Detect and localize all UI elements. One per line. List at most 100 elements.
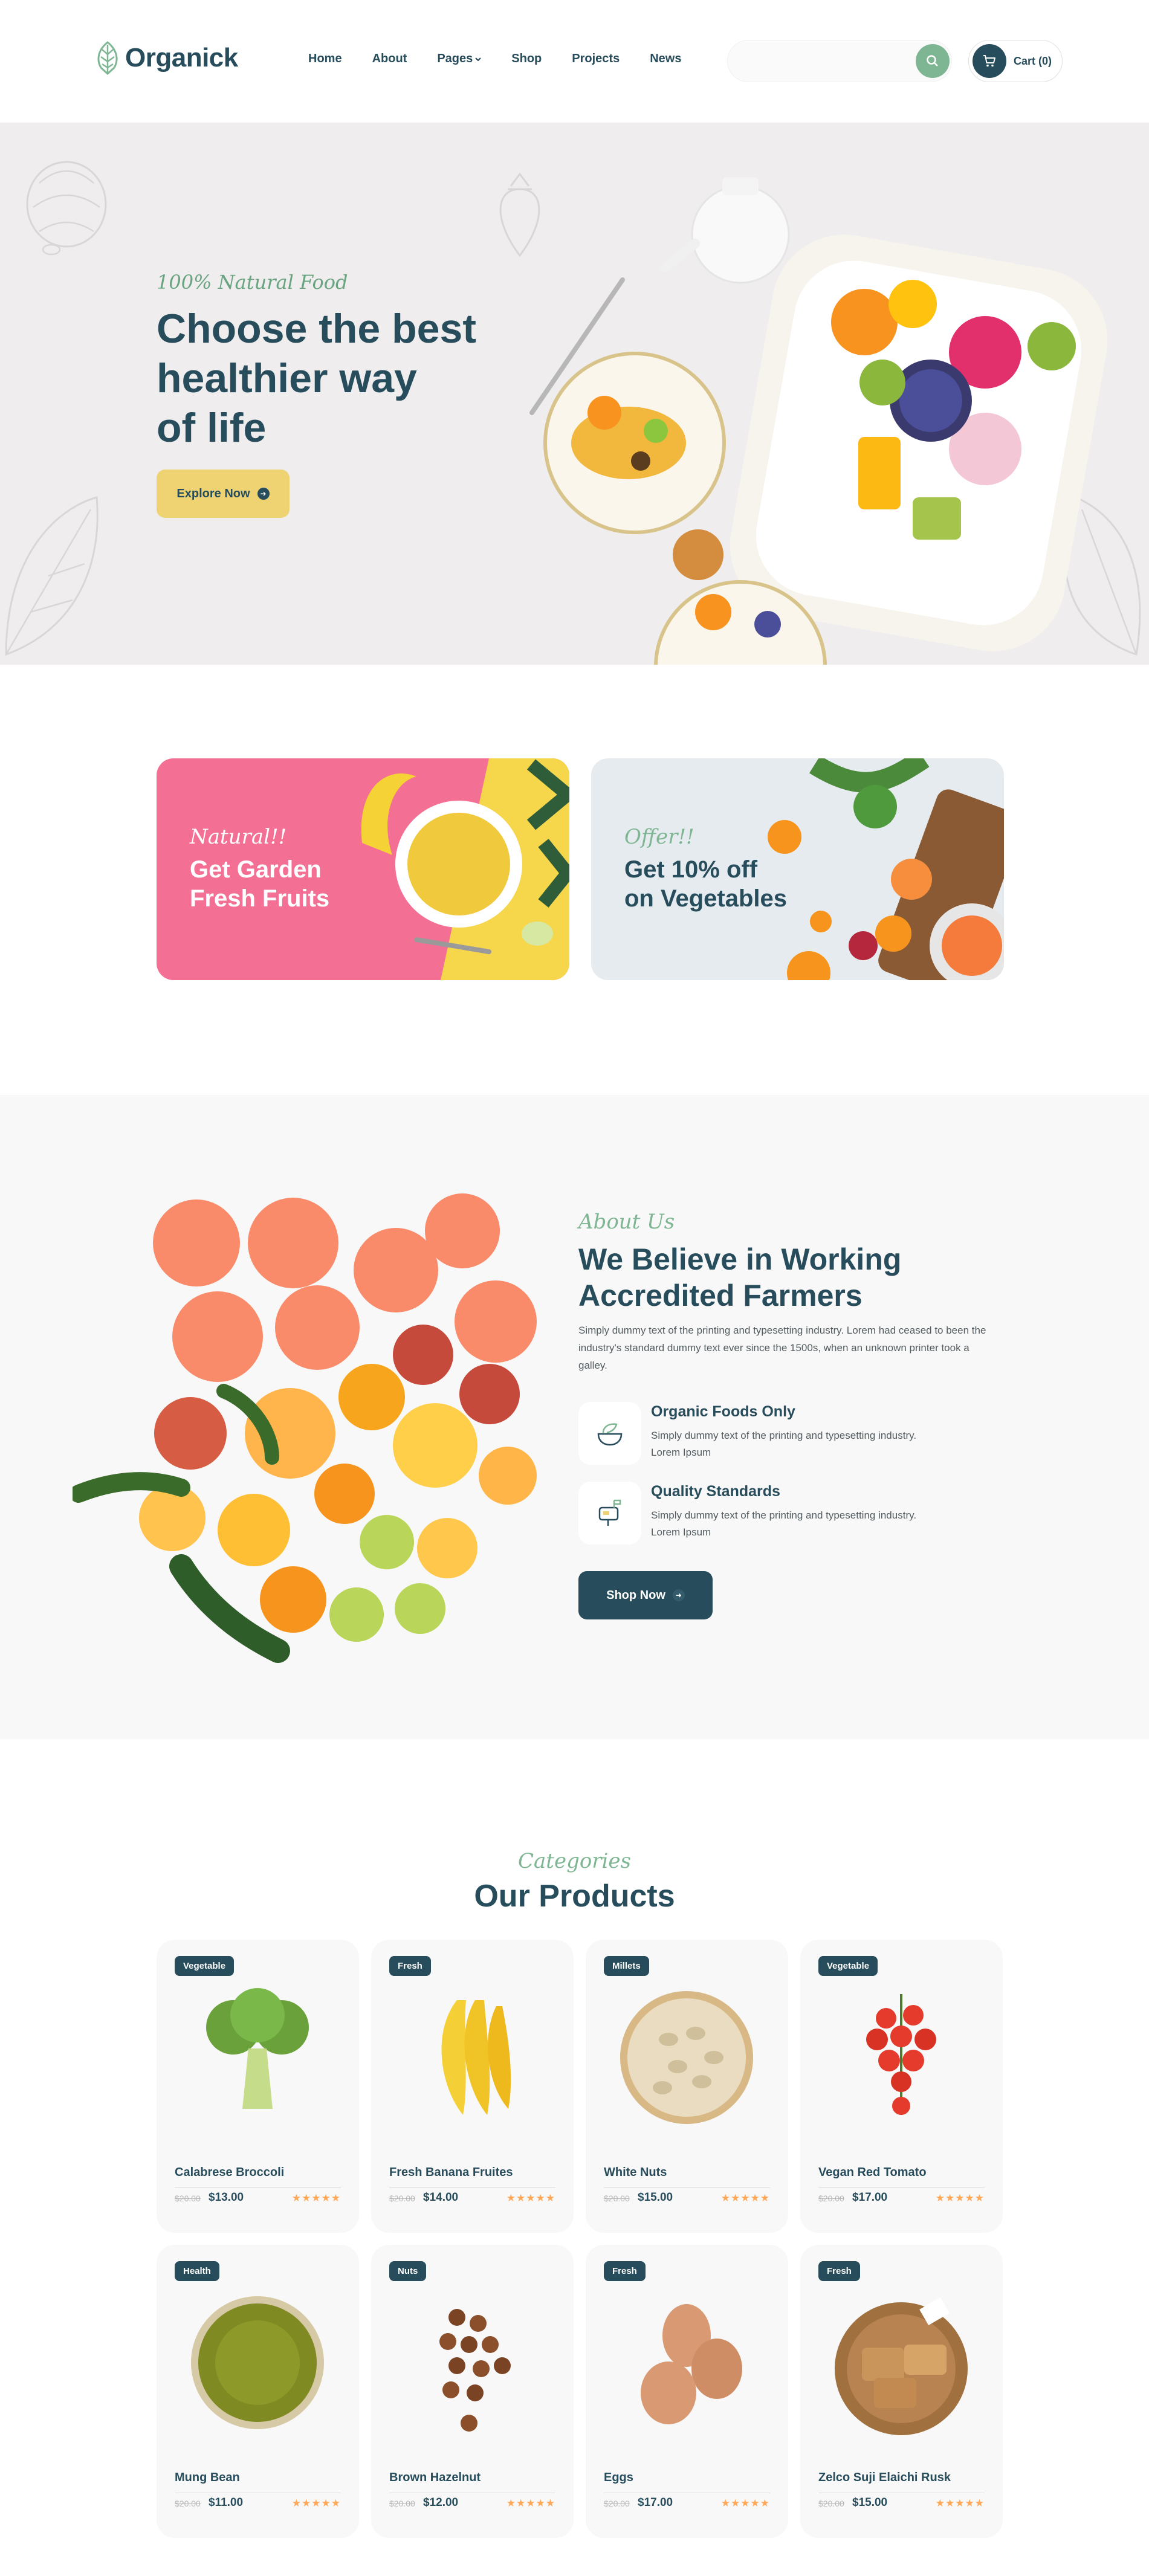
bowl-icon xyxy=(597,1423,623,1446)
products-subtitle: Categories xyxy=(518,1849,631,1873)
product-image-rusk xyxy=(835,2297,968,2435)
about-description: Simply dummy text of the printing and ty… xyxy=(578,1325,986,1371)
product-card[interactable]: Fresh Eggs $20.00 $17.00 ★★★★★ xyxy=(586,2245,788,2538)
card-divider xyxy=(604,2187,770,2188)
shop-now-button[interactable]: Shop Now ➜ xyxy=(578,1571,713,1619)
product-card[interactable]: Nuts Brown Hazelnut $20.00 $12.00 ★★★★★ xyxy=(371,2245,574,2538)
product-card[interactable]: Health Mung Bean $20.00 $11.00 ★★★★★ xyxy=(157,2245,359,2538)
product-price: $14.00 xyxy=(423,2191,459,2204)
arrow-right-icon: ➜ xyxy=(672,1589,685,1601)
offer-banner-fruits[interactable]: Natural!! Get Garden Fresh Fruits xyxy=(157,758,569,980)
offer-subtitle: Offer!! xyxy=(624,825,694,849)
explore-now-button[interactable]: Explore Now ➜ xyxy=(157,470,290,518)
mailbox-icon xyxy=(598,1499,621,1526)
product-name: Fresh Banana Fruites xyxy=(389,2166,513,2179)
product-price: $11.00 xyxy=(209,2496,244,2509)
cart-icon xyxy=(983,55,995,67)
offer-title-line: Get Garden xyxy=(190,856,322,883)
product-price: $17.00 xyxy=(638,2496,673,2509)
hero-title-line: of life xyxy=(157,405,267,451)
feature-icon-box xyxy=(578,1482,641,1545)
product-badge: Nuts xyxy=(389,2261,427,2281)
product-name: Mung Bean xyxy=(175,2471,240,2484)
product-name: Brown Hazelnut xyxy=(389,2471,481,2484)
decor-onion-icon xyxy=(26,161,107,256)
hero-image-food-plates xyxy=(514,123,1149,665)
product-card[interactable]: Vegetable Calabrese Broccoli $20.00 $13.… xyxy=(157,1940,359,2233)
about-subtitle: About Us xyxy=(578,1210,675,1234)
arrow-right-icon: ➜ xyxy=(257,488,270,500)
product-name: Zelco Suji Elaichi Rusk xyxy=(818,2471,951,2484)
search-icon xyxy=(927,55,938,66)
about-title-line: We Believe in Working xyxy=(578,1242,902,1276)
offer-image-fruit-bowl xyxy=(361,758,569,980)
nav-about[interactable]: About xyxy=(372,52,407,66)
nav-projects[interactable]: Projects xyxy=(572,52,620,66)
about-title-line: Accredited Farmers xyxy=(578,1279,863,1312)
product-old-price: $20.00 xyxy=(175,2193,201,2203)
logo-text: Organick xyxy=(125,43,238,73)
feature-title: Organic Foods Only xyxy=(651,1403,795,1420)
product-card[interactable]: Millets White Nuts $20.00 $15.00 ★★★★★ xyxy=(586,1940,788,2233)
product-rating: ★★★★★ xyxy=(935,2192,985,2204)
cart-label: Cart (0) xyxy=(1014,54,1052,67)
product-price: $17.00 xyxy=(852,2191,888,2204)
nav-news[interactable]: News xyxy=(650,52,681,66)
card-divider xyxy=(389,2187,555,2188)
about-image-citrus-fruits xyxy=(73,1193,537,1663)
search-button[interactable] xyxy=(916,44,950,78)
product-old-price: $20.00 xyxy=(818,2193,844,2203)
nav-shop[interactable]: Shop xyxy=(511,52,542,66)
logo[interactable]: Organick xyxy=(95,41,238,75)
product-image-mung-bean xyxy=(191,2296,324,2429)
feature-title: Quality Standards xyxy=(651,1483,780,1500)
card-divider xyxy=(818,2187,985,2188)
hero-title-line: healthier way xyxy=(157,355,417,401)
product-name: White Nuts xyxy=(604,2166,667,2179)
product-image-tomato xyxy=(866,1994,936,2115)
product-badge: Health xyxy=(175,2261,219,2281)
product-price: $12.00 xyxy=(423,2496,459,2509)
search-input[interactable] xyxy=(727,40,952,82)
product-name: Eggs xyxy=(604,2471,633,2484)
feature-description: Simply dummy text of the printing and ty… xyxy=(651,1430,917,1458)
product-card[interactable]: Fresh Fresh Banana Fruites $20.00 $14.00… xyxy=(371,1940,574,2233)
product-old-price: $20.00 xyxy=(604,2193,630,2203)
offer-banner-vegetables[interactable]: Offer!! Get 10% off on Vegetables xyxy=(591,758,1004,980)
product-rating: ★★★★★ xyxy=(506,2497,555,2509)
product-badge: Millets xyxy=(604,1956,649,1976)
product-rating: ★★★★★ xyxy=(720,2497,770,2509)
product-image-hazelnut xyxy=(439,2309,511,2432)
product-badge: Fresh xyxy=(389,1956,431,1976)
nav-pages[interactable]: Pages xyxy=(437,52,481,66)
site-header: Organick Home About Pages Shop Projects … xyxy=(0,0,1149,123)
about-section: About Us We Believe in Working Accredite… xyxy=(0,1095,1149,1739)
product-rating: ★★★★★ xyxy=(935,2497,985,2509)
product-image-eggs xyxy=(641,2304,742,2424)
card-divider xyxy=(175,2187,341,2188)
offer-title-line: Get 10% off xyxy=(624,856,758,883)
feature-quality-standards: Quality Standards Simply dummy text of t… xyxy=(578,1482,953,1545)
product-price: $13.00 xyxy=(209,2191,244,2204)
nav-home[interactable]: Home xyxy=(308,52,342,66)
product-rating: ★★★★★ xyxy=(506,2192,555,2204)
product-badge: Vegetable xyxy=(175,1956,235,1976)
product-image-broccoli xyxy=(206,1988,309,2109)
cart-button[interactable]: Cart (0) xyxy=(968,40,1063,82)
feature-description: Simply dummy text of the printing and ty… xyxy=(651,1509,917,1538)
product-rating: ★★★★★ xyxy=(291,2497,341,2509)
product-badge: Fresh xyxy=(604,2261,646,2281)
product-image-white-nuts xyxy=(620,1991,753,2124)
hero-section: 100% Natural Food Choose the best health… xyxy=(0,123,1149,665)
product-card[interactable]: Vegetable Vegan Red Tomato $20.00 $17.00… xyxy=(800,1940,1003,2233)
offer-subtitle: Natural!! xyxy=(190,825,287,849)
offer-title-line: on Vegetables xyxy=(624,885,787,912)
offer-title: Get Garden Fresh Fruits xyxy=(190,855,371,913)
feature-organic-foods: Organic Foods Only Simply dummy text of … xyxy=(578,1402,953,1465)
product-card[interactable]: Fresh Zelco Suji Elaichi Rusk $20.00 $15… xyxy=(800,2245,1003,2538)
main-nav: Home About Pages Shop Projects News xyxy=(308,52,711,66)
feature-icon-box xyxy=(578,1402,641,1465)
product-old-price: $20.00 xyxy=(175,2499,201,2508)
chevron-down-icon xyxy=(475,57,481,61)
product-rating: ★★★★★ xyxy=(720,2192,770,2204)
